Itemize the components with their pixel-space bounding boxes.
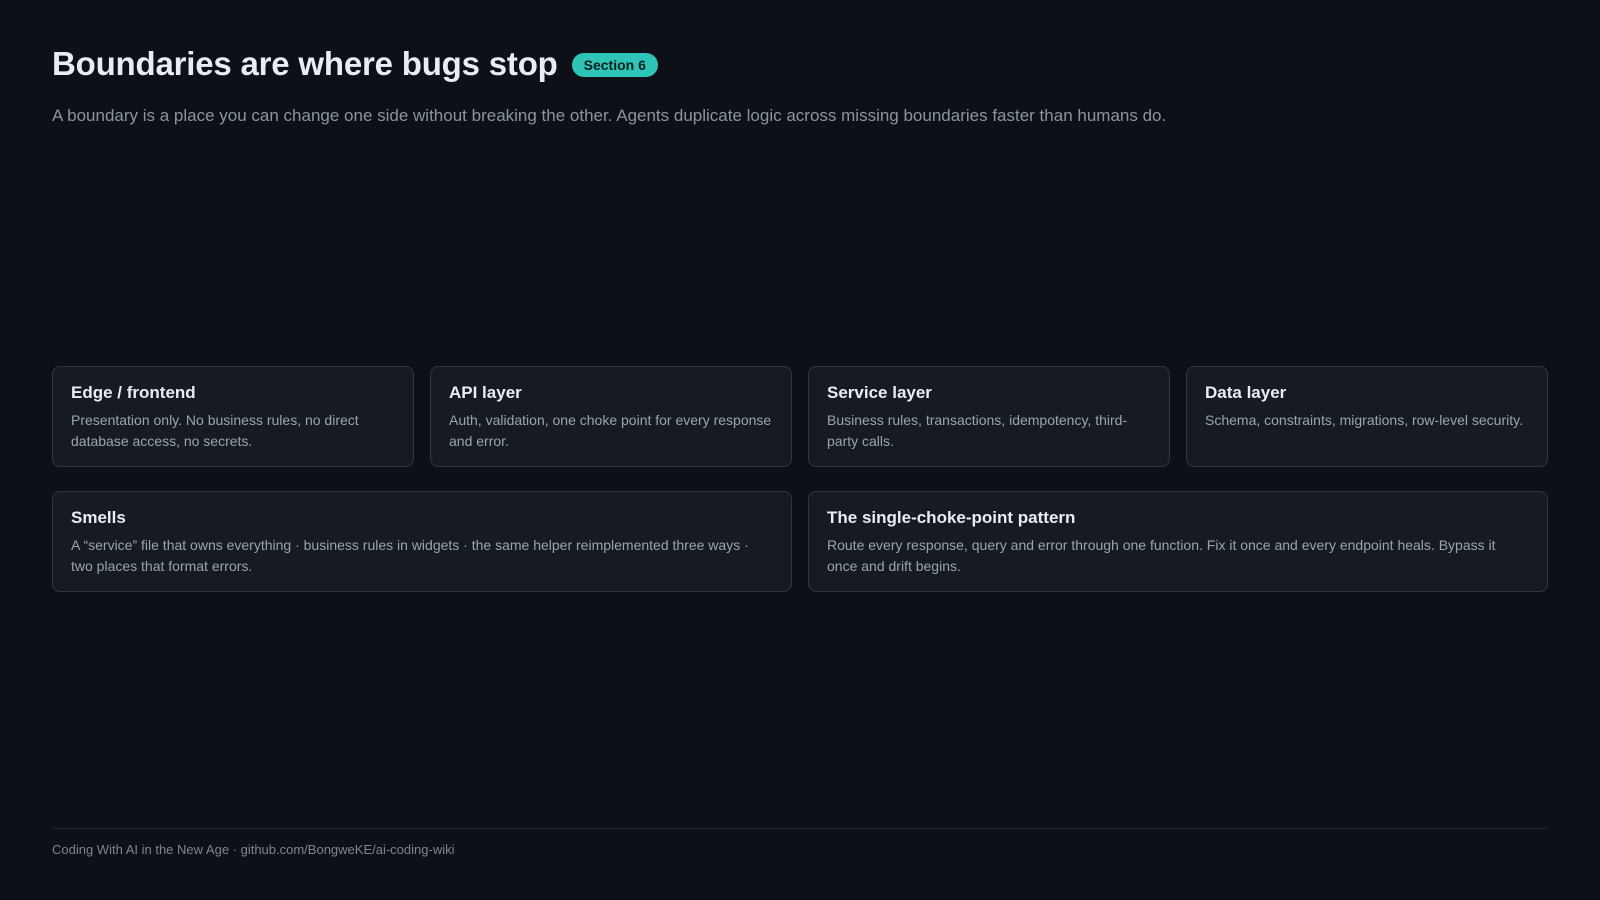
page-title: Boundaries are where bugs stop — [52, 45, 558, 82]
card-text: Route every response, query and error th… — [827, 537, 1496, 574]
card-text: Business rules, transactions, idempotenc… — [827, 412, 1128, 449]
section-badge: Section 6 — [571, 53, 658, 77]
card-service-layer: Service layer Business rules, transactio… — [808, 366, 1170, 467]
slide: Boundaries are where bugs stop Section 6… — [52, 0, 1548, 900]
card-smells: Smells A “service” file that owns everyt… — [52, 491, 792, 592]
card-single-choke-point: The single-choke-point pattern Route eve… — [808, 491, 1548, 592]
card-text: Presentation only. No business rules, no… — [71, 412, 359, 449]
layers-row: Edge / frontend Presentation only. No bu… — [52, 366, 1548, 467]
card-title: Smells — [71, 508, 126, 527]
card-title: API layer — [449, 383, 522, 402]
card-data-layer: Data layer Schema, constraints, migratio… — [1186, 366, 1548, 467]
card-title: The single-choke-point pattern — [827, 508, 1076, 527]
notes-row: Smells A “service” file that owns everyt… — [52, 491, 1548, 592]
footer-divider — [52, 828, 1548, 829]
card-title: Edge / frontend — [71, 383, 196, 402]
card-edge-frontend: Edge / frontend Presentation only. No bu… — [52, 366, 414, 467]
card-title: Service layer — [827, 383, 932, 402]
page-subtitle: A boundary is a place you can change one… — [52, 106, 1167, 125]
slide-header: Boundaries are where bugs stop Section 6 — [52, 44, 658, 84]
card-text: A “service” file that owns everything · … — [71, 537, 749, 574]
card-title: Data layer — [1205, 383, 1287, 402]
card-text: Auth, validation, one choke point for ev… — [449, 412, 772, 449]
card-api-layer: API layer Auth, validation, one choke po… — [430, 366, 792, 467]
card-text: Schema, constraints, migrations, row-lev… — [1205, 412, 1523, 428]
footer-text: Coding With AI in the New Age · github.c… — [52, 842, 455, 857]
